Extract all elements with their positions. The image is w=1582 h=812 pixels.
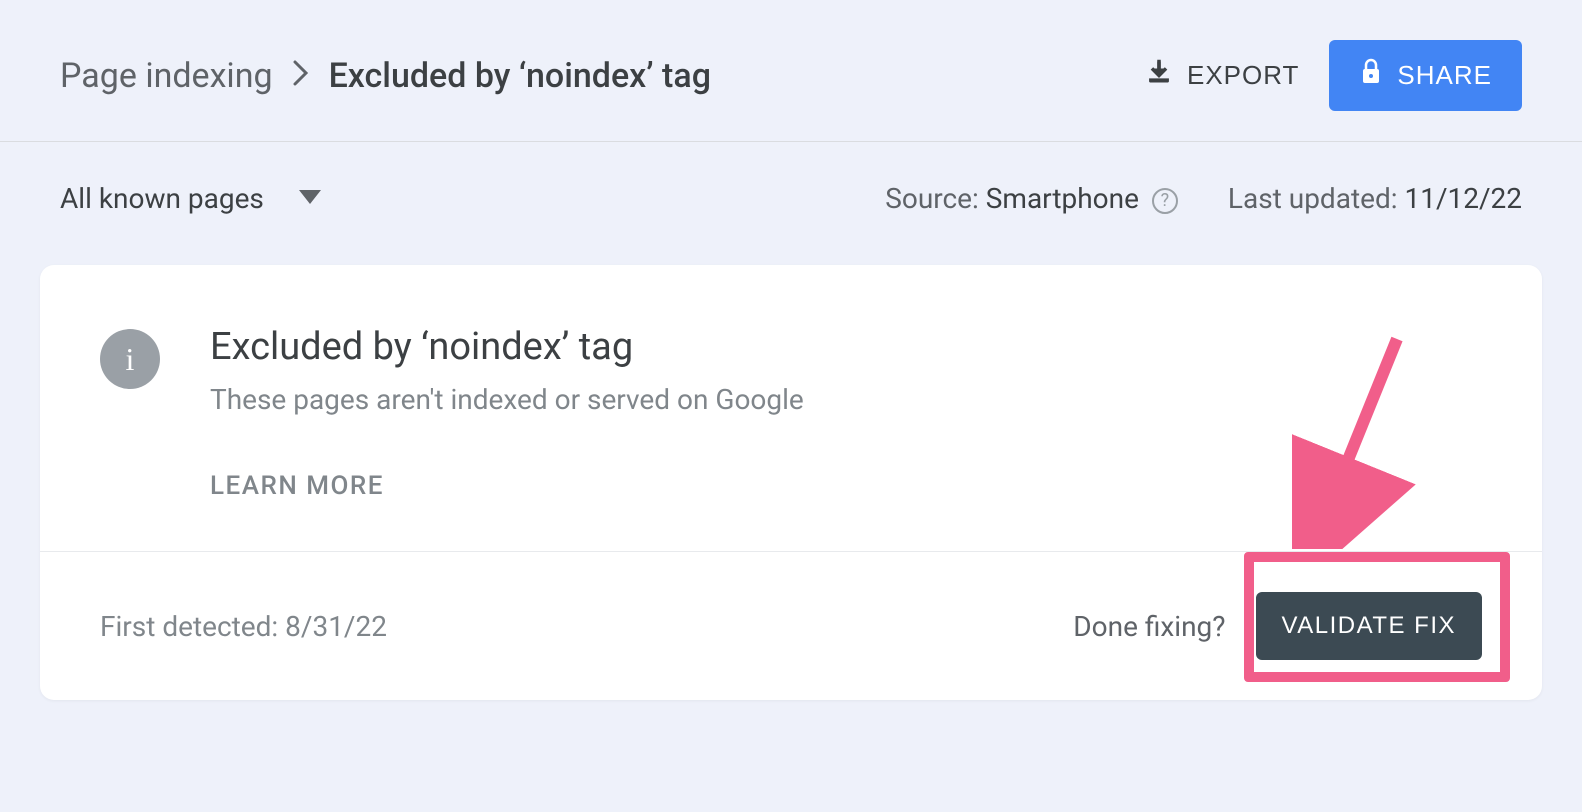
first-detected-label: First detected: bbox=[100, 610, 285, 643]
dropdown-label: All known pages bbox=[60, 182, 264, 215]
done-fixing-label: Done fixing? bbox=[1073, 610, 1225, 643]
export-button[interactable]: EXPORT bbox=[1145, 58, 1299, 93]
export-label: EXPORT bbox=[1187, 60, 1299, 91]
share-label: SHARE bbox=[1397, 60, 1492, 91]
filter-row: All known pages Source: Smartphone ? Las… bbox=[0, 142, 1582, 265]
card-content: Excluded by ‘noindex’ tag These pages ar… bbox=[210, 325, 1482, 501]
issue-card: i Excluded by ‘noindex’ tag These pages … bbox=[40, 265, 1542, 700]
learn-more-link[interactable]: LEARN MORE bbox=[210, 471, 384, 501]
last-updated-label: Last updated: bbox=[1228, 182, 1405, 215]
issue-title: Excluded by ‘noindex’ tag bbox=[210, 325, 1482, 369]
breadcrumb-current: Excluded by ‘noindex’ tag bbox=[329, 56, 711, 96]
card-body: i Excluded by ‘noindex’ tag These pages … bbox=[40, 265, 1542, 551]
header-row: Page indexing Excluded by ‘noindex’ tag … bbox=[0, 0, 1582, 142]
source-label: Source: bbox=[885, 182, 986, 215]
issue-description: These pages aren't indexed or served on … bbox=[210, 383, 1482, 416]
last-updated-value: 11/12/22 bbox=[1404, 182, 1522, 215]
chevron-right-icon bbox=[293, 60, 309, 92]
share-button[interactable]: SHARE bbox=[1329, 40, 1522, 111]
breadcrumb: Page indexing Excluded by ‘noindex’ tag bbox=[60, 56, 711, 96]
header-actions: EXPORT SHARE bbox=[1145, 40, 1522, 111]
source-value: Smartphone bbox=[986, 182, 1139, 215]
last-updated-info: Last updated: 11/12/22 bbox=[1228, 182, 1522, 215]
lock-icon bbox=[1359, 58, 1383, 93]
help-icon[interactable]: ? bbox=[1152, 188, 1178, 214]
card-footer: First detected: 8/31/22 Done fixing? VAL… bbox=[40, 551, 1542, 700]
download-icon bbox=[1145, 58, 1173, 93]
chevron-down-icon bbox=[299, 189, 321, 208]
pages-filter-dropdown[interactable]: All known pages bbox=[60, 182, 321, 215]
breadcrumb-parent-link[interactable]: Page indexing bbox=[60, 56, 273, 96]
validate-fix-button[interactable]: VALIDATE FIX bbox=[1256, 592, 1482, 660]
info-icon: i bbox=[100, 329, 160, 389]
source-info: Source: Smartphone ? bbox=[885, 182, 1178, 215]
meta-right: Source: Smartphone ? Last updated: 11/12… bbox=[885, 182, 1522, 215]
first-detected-value: 8/31/22 bbox=[285, 610, 387, 643]
footer-right: Done fixing? VALIDATE FIX bbox=[1073, 592, 1482, 660]
first-detected: First detected: 8/31/22 bbox=[100, 610, 387, 643]
